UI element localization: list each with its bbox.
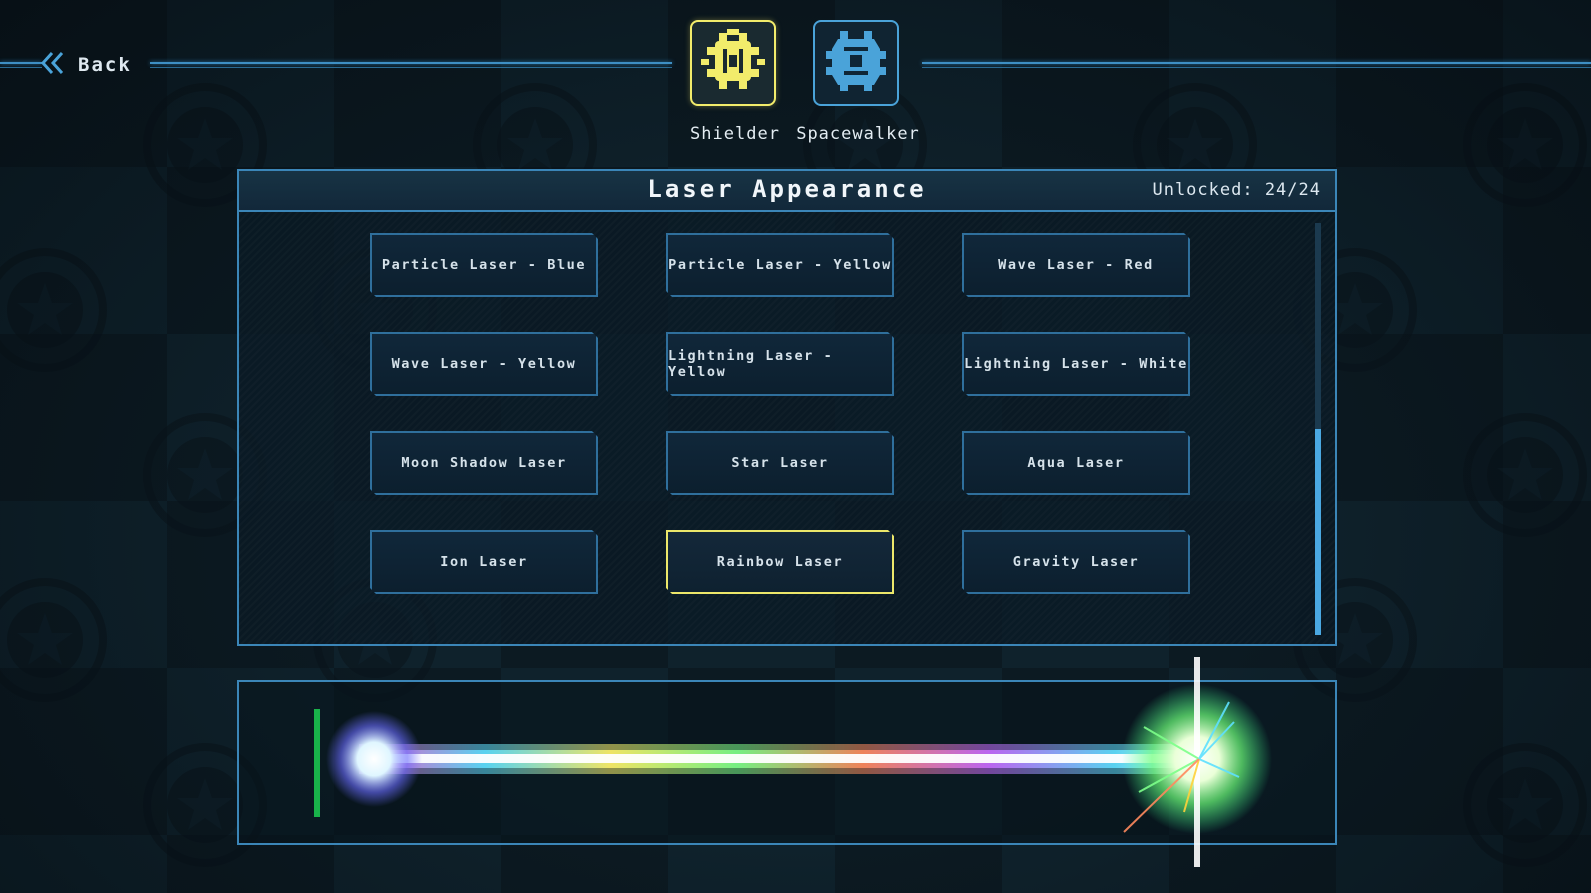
unlocked-count: Unlocked: 24/24 xyxy=(1152,180,1321,200)
scrollbar-thumb[interactable] xyxy=(1315,429,1321,635)
laser-option[interactable]: Lightning Laser - Yellow xyxy=(666,332,894,396)
laser-option-label: Lightning Laser - White xyxy=(964,356,1188,372)
rainbow-laser-beam xyxy=(314,657,1272,867)
scrollbar[interactable] xyxy=(1315,223,1321,635)
laser-option[interactable]: Lightning Laser - White xyxy=(962,332,1190,396)
top-rule-right xyxy=(922,62,1591,68)
spacewalker-name: Spacewalker xyxy=(796,124,920,144)
spacewalker-tile[interactable] xyxy=(813,20,899,106)
beam-emitter xyxy=(314,709,320,817)
spacewalker-ship-icon xyxy=(820,25,892,101)
laser-option[interactable]: Particle Laser - Yellow xyxy=(666,233,894,297)
laser-option[interactable]: Particle Laser - Blue xyxy=(370,233,598,297)
back-button[interactable]: Back xyxy=(40,50,132,80)
laser-option[interactable]: Wave Laser - Yellow xyxy=(370,332,598,396)
laser-option[interactable]: Ion Laser xyxy=(370,530,598,594)
shielder-ship-icon xyxy=(697,25,769,101)
panel-header: Laser Appearance Unlocked: 24/24 xyxy=(239,171,1335,212)
shielder-tile[interactable] xyxy=(690,20,776,106)
laser-option-label: Lightning Laser - Yellow xyxy=(668,348,834,380)
laser-option[interactable]: Moon Shadow Laser xyxy=(370,431,598,495)
character-shielder[interactable]: Shielder xyxy=(690,20,780,144)
laser-option-label: Particle Laser - Blue xyxy=(381,257,587,273)
top-rule-mid xyxy=(150,62,672,68)
laser-option-label: Wave Laser - Yellow xyxy=(391,356,577,372)
laser-option-label: Ion Laser xyxy=(440,554,528,570)
laser-preview xyxy=(237,657,1337,867)
laser-option-label: Moon Shadow Laser xyxy=(401,455,567,471)
double-chevron-left-icon xyxy=(40,51,66,79)
laser-option-label: Gravity Laser xyxy=(1012,554,1140,570)
shielder-name: Shielder xyxy=(690,124,780,144)
laser-option-label: Star Laser xyxy=(731,455,829,471)
laser-option[interactable]: Aqua Laser xyxy=(962,431,1190,495)
laser-option-label: Rainbow Laser xyxy=(716,554,844,570)
top-rule-left xyxy=(0,62,42,68)
laser-option-selected[interactable]: Rainbow Laser xyxy=(666,530,894,594)
laser-option-label: Wave Laser - Red xyxy=(998,257,1154,273)
laser-options-grid: Particle Laser - Blue Particle Laser - Y… xyxy=(370,233,1190,594)
laser-option[interactable]: Gravity Laser xyxy=(962,530,1190,594)
back-label: Back xyxy=(78,54,132,76)
laser-option[interactable]: Star Laser xyxy=(666,431,894,495)
character-spacewalker[interactable]: Spacewalker xyxy=(796,20,919,144)
laser-appearance-panel: Laser Appearance Unlocked: 24/24 Particl… xyxy=(237,169,1337,646)
laser-option-label: Aqua Laser xyxy=(1027,455,1125,471)
laser-option-label: Particle Laser - Yellow xyxy=(668,257,892,273)
laser-option[interactable]: Wave Laser - Red xyxy=(962,233,1190,297)
